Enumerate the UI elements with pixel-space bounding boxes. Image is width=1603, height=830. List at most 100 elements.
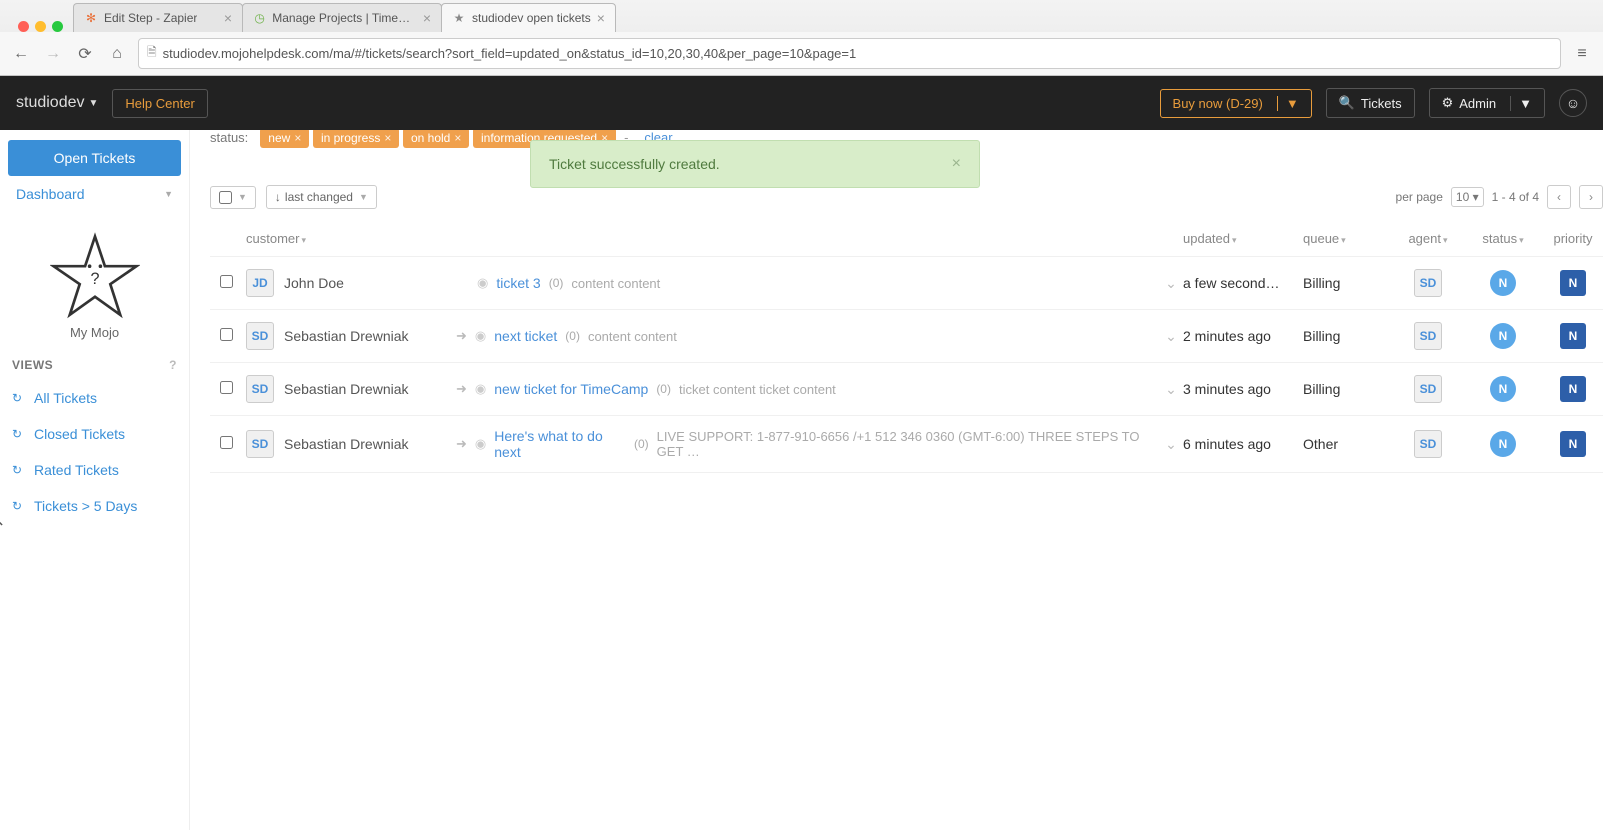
success-alert: Ticket successfully created. × [530, 140, 980, 188]
col-priority[interactable]: priority [1543, 231, 1603, 246]
status-tag[interactable]: in progress× [313, 130, 399, 148]
close-icon[interactable]: × [597, 10, 605, 26]
agent-badge[interactable]: SD [1414, 430, 1442, 458]
close-icon[interactable]: × [952, 155, 961, 173]
feedback-button[interactable]: ☺ [1559, 89, 1587, 117]
col-status[interactable]: status▾ [1463, 231, 1543, 246]
caret-down-icon[interactable]: ▼ [1510, 96, 1532, 111]
reload-button[interactable]: ⟳ [74, 43, 96, 65]
ticket-title-link[interactable]: ticket 3 [496, 275, 540, 291]
browser-tab[interactable]: ✻ Edit Step - Zapier × [73, 3, 243, 32]
status-badge[interactable]: N [1490, 431, 1516, 457]
next-page-button[interactable]: › [1579, 185, 1603, 209]
row-checkbox[interactable] [220, 328, 233, 341]
ticket-title-link[interactable]: Here's what to do next [494, 428, 626, 460]
tab-title: studiodev open tickets [472, 11, 591, 25]
minimize-window-icon[interactable] [35, 21, 46, 32]
expand-row-button[interactable]: ⌄ [1159, 381, 1183, 398]
mojo-widget: ? My Mojo [8, 232, 181, 340]
priority-badge[interactable]: N [1560, 431, 1586, 457]
col-agent[interactable]: agent▾ [1393, 231, 1463, 246]
dashboard-link[interactable]: Dashboard ▼ [8, 176, 181, 212]
col-customer[interactable]: customer▾ [246, 231, 456, 246]
status-tag[interactable]: new× [260, 130, 309, 148]
caret-down-icon: ▼ [164, 189, 173, 199]
expand-row-button[interactable]: ⌄ [1159, 275, 1183, 292]
ticket-row[interactable]: SD Sebastian Drewniak ➜ ◉ Here's what to… [210, 416, 1603, 473]
select-all-input[interactable] [219, 191, 232, 204]
sidebar-view-link[interactable]: ↻Closed Tickets [8, 416, 181, 452]
list-toolbar: ▼ ↓ last changed ▼ per page 10 ▾ 1 - 4 o… [210, 185, 1603, 209]
brand-menu[interactable]: studiodev ▼ [16, 94, 98, 112]
ticket-title-link[interactable]: new ticket for TimeCamp [494, 381, 648, 397]
back-button[interactable]: ← [10, 43, 32, 65]
window-controls[interactable] [8, 21, 73, 32]
expand-row-button[interactable]: ⌄ [1159, 436, 1183, 453]
sidebar-view-link[interactable]: ↻All Tickets [8, 380, 181, 416]
status-tag[interactable]: on hold× [403, 130, 469, 148]
ticket-row[interactable]: JD John Doe ◉ ticket 3 (0) content conte… [210, 257, 1603, 310]
per-page-select[interactable]: 10 ▾ [1451, 187, 1484, 207]
favicon-icon: ★ [452, 11, 466, 25]
caret-down-icon[interactable]: ▼ [1277, 96, 1299, 111]
remove-tag-icon[interactable]: × [384, 131, 391, 145]
updated-cell: 2 minutes ago [1183, 328, 1303, 344]
col-updated[interactable]: updated▾ [1183, 231, 1303, 246]
ticket-row[interactable]: SD Sebastian Drewniak ➜ ◉ new ticket for… [210, 363, 1603, 416]
brand-label: studiodev [16, 94, 85, 112]
expand-row-button[interactable]: ⌄ [1159, 328, 1183, 345]
menu-button[interactable]: ≡ [1571, 43, 1593, 65]
buy-now-label: Buy now (D-29) [1173, 96, 1263, 111]
priority-badge[interactable]: N [1560, 270, 1586, 296]
tickets-button[interactable]: 🔍 Tickets [1326, 88, 1415, 118]
buy-now-button[interactable]: Buy now (D-29) ▼ [1160, 89, 1312, 118]
sidebar-view-link[interactable]: ↻Rated Tickets [8, 452, 181, 488]
maximize-window-icon[interactable] [52, 21, 63, 32]
select-all-checkbox[interactable]: ▼ [210, 186, 256, 209]
home-button[interactable]: ⌂ [106, 43, 128, 65]
remove-tag-icon[interactable]: × [454, 131, 461, 145]
close-window-icon[interactable] [18, 21, 29, 32]
agent-badge[interactable]: SD [1414, 322, 1442, 350]
admin-button[interactable]: ⚙ Admin ▼ [1429, 88, 1545, 118]
prev-page-button[interactable]: ‹ [1547, 185, 1571, 209]
sort-button[interactable]: ↓ last changed ▼ [266, 185, 377, 209]
forward-icon: ➜ [456, 381, 467, 397]
priority-badge[interactable]: N [1560, 376, 1586, 402]
status-badge[interactable]: N [1490, 376, 1516, 402]
eye-icon: ◉ [475, 328, 486, 344]
ticket-count: (0) [656, 382, 671, 396]
col-queue[interactable]: queue▾ [1303, 231, 1393, 246]
browser-tab[interactable]: ◷ Manage Projects | TimeCa… × [242, 3, 442, 32]
row-checkbox[interactable] [220, 436, 233, 449]
row-checkbox[interactable] [220, 275, 233, 288]
close-icon[interactable]: × [224, 10, 232, 26]
close-icon[interactable]: × [423, 10, 431, 26]
forward-icon: ➜ [456, 328, 467, 344]
help-center-button[interactable]: Help Center [112, 89, 207, 118]
agent-badge[interactable]: SD [1414, 269, 1442, 297]
forward-button[interactable]: → [42, 43, 64, 65]
customer-avatar: JD [246, 269, 274, 297]
views-header: VIEWS ? [8, 350, 181, 380]
forward-icon: ➜ [456, 436, 467, 452]
ticket-row[interactable]: SD Sebastian Drewniak ➜ ◉ next ticket (0… [210, 310, 1603, 363]
sidebar-view-link[interactable]: ↻Tickets > 5 Days [8, 488, 181, 524]
url-field[interactable]: 🗎 studiodev.mojohelpdesk.com/ma/#/ticket… [138, 38, 1561, 69]
page-range: 1 - 4 of 4 [1492, 190, 1539, 204]
browser-tab[interactable]: ★ studiodev open tickets × [441, 3, 616, 32]
tickets-label: Tickets [1361, 96, 1402, 111]
refresh-icon: ↻ [12, 463, 26, 477]
agent-badge[interactable]: SD [1414, 375, 1442, 403]
status-badge[interactable]: N [1490, 270, 1516, 296]
queue-cell: Billing [1303, 381, 1393, 397]
table-header: customer▾ updated▾ queue▾ agent▾ status▾… [210, 221, 1603, 257]
help-icon[interactable]: ? [169, 358, 177, 372]
row-checkbox[interactable] [220, 381, 233, 394]
ticket-title-link[interactable]: next ticket [494, 328, 557, 344]
ticket-preview: LIVE SUPPORT: 1-877-910-6656 /+1 512 346… [657, 429, 1159, 459]
remove-tag-icon[interactable]: × [294, 131, 301, 145]
open-tickets-button[interactable]: Open Tickets [8, 140, 181, 176]
status-badge[interactable]: N [1490, 323, 1516, 349]
priority-badge[interactable]: N [1560, 323, 1586, 349]
